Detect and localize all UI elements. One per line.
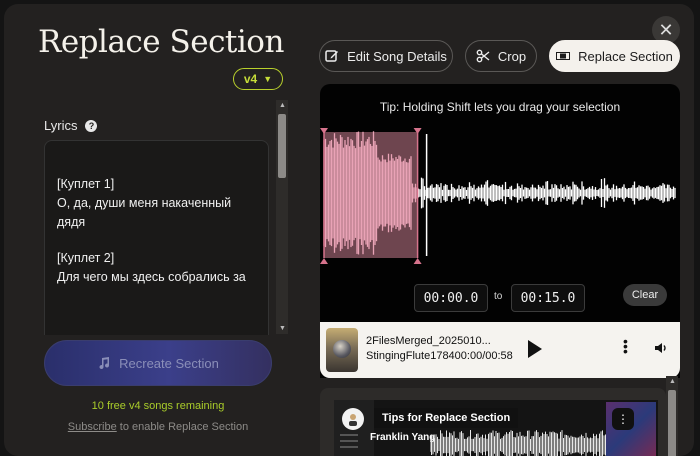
scissors-icon [476,49,490,63]
lyrics-textarea[interactable]: [Куплет 1] О, да, души меня накаченный д… [44,140,269,335]
lyrics-line: [Куплет 1] [57,177,115,191]
more-options-icon[interactable]: • • • [623,334,628,358]
edit-song-details-label: Edit Song Details [347,48,447,64]
help-glyph: ? [88,120,95,131]
crop-button[interactable]: Crop [465,40,537,72]
subscribe-link[interactable]: Subscribe [68,421,117,433]
help-icon[interactable]: ? [85,119,98,132]
replace-section-dialog: Replace Section ✕ v4 ▼ Lyrics ? [Куплет … [4,4,694,456]
scroll-up-icon[interactable]: ▲ [279,102,286,109]
left-scrollbar[interactable]: ▲ ▼ [276,100,288,334]
lyrics-line-blank [57,232,258,249]
clear-selection-button[interactable]: Clear [623,284,667,306]
scroll-down-icon[interactable]: ▼ [279,325,286,332]
lyrics-line: О, да, души меня накаченный дядя [57,196,232,229]
scroll-thumb[interactable] [278,114,286,178]
song-title: 2FilesMerged_2025010... [366,335,491,347]
crop-label: Crop [497,48,527,64]
recreate-section-label: Recreate Section [119,355,219,371]
tips-waveform [430,430,606,456]
version-selector[interactable]: v4 ▼ [233,68,283,90]
tips-video-thumbnail[interactable]: Tips for Replace Section Franklin Yang ⋮ [334,400,658,456]
edit-icon [325,49,339,63]
subscribe-note: Subscribe to enable Replace Section [44,421,272,433]
start-time-input[interactable]: 00:00.0 [414,284,488,312]
replace-section-tab-label: Replace Section [578,48,673,64]
song-cover-image [326,328,358,372]
play-icon[interactable] [528,340,542,358]
avatar [342,408,364,430]
replace-section-tab[interactable]: Replace Section [549,40,680,72]
version-label: v4 [243,72,258,86]
tips-video-panel[interactable]: Tips for Replace Section Franklin Yang ⋮ [320,388,666,456]
end-time-input[interactable]: 00:15.0 [511,284,585,312]
tips-user-name: Franklin Yang [370,432,436,443]
song-time: StingingFlute178400:00/00:58 [366,350,513,362]
time-to-label: to [494,291,503,302]
scroll-thumb[interactable] [668,390,676,456]
scroll-up-icon[interactable]: ▲ [669,378,676,385]
volume-icon[interactable] [654,341,668,360]
dialog-title: Replace Section [38,24,284,60]
edit-song-details-button[interactable]: Edit Song Details [319,40,453,72]
waveform[interactable] [320,124,680,266]
tips-heading: Tips for Replace Section [374,408,519,428]
recreate-section-button[interactable]: Recreate Section [44,340,272,386]
lyrics-line: Для чего мы здесь собрались за [57,270,246,284]
lyrics-label: Lyrics ? [44,118,98,133]
replace-section-icon [556,51,571,61]
song-player: 2FilesMerged_2025010... StingingFlute178… [320,322,680,378]
subscribe-note-rest: to enable Replace Section [116,421,249,433]
chevron-down-icon: ▼ [263,74,273,84]
right-scrollbar[interactable]: ▲ [666,376,678,456]
lyrics-line: [Куплет 2] [57,251,115,265]
editor-tip: Tip: Holding Shift lets you drag your se… [379,100,621,114]
music-note-icon [97,356,111,370]
tips-sidebar [334,400,374,456]
free-songs-note: 10 free v4 songs remaining [91,400,225,412]
close-icon: ✕ [658,19,674,40]
lyrics-label-text: Lyrics [44,118,78,133]
tips-menu-icon[interactable]: ⋮ [612,408,634,430]
